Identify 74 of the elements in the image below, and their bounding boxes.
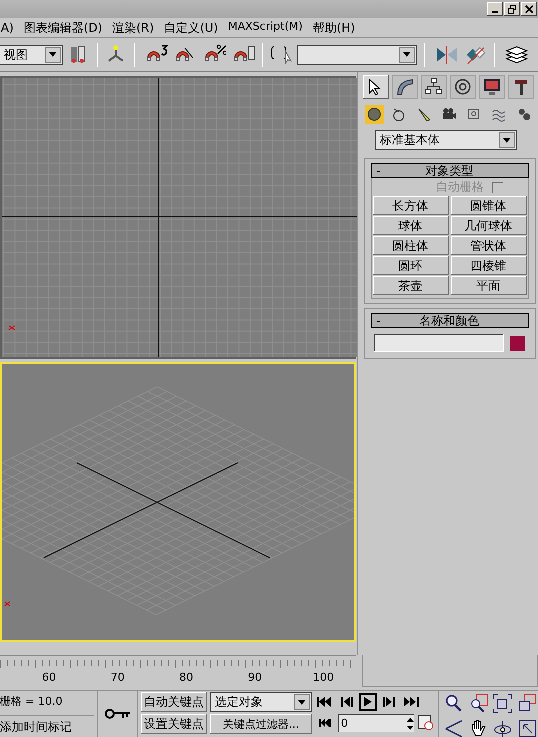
spinner-arrows-icon	[407, 716, 414, 730]
object-type-button[interactable]: 四棱锥	[450, 256, 526, 275]
set-key-button[interactable]: 设置关键点	[141, 714, 208, 734]
close-icon	[524, 4, 534, 14]
frame-label: 80	[178, 672, 194, 683]
play-button[interactable]	[359, 693, 378, 711]
sphere-icon	[367, 107, 382, 122]
curve-icon	[396, 78, 414, 96]
panel-tab[interactable]	[392, 75, 418, 99]
category-tab[interactable]	[365, 105, 384, 124]
restore-icon	[508, 4, 516, 14]
object-type-button[interactable]: 圆环	[372, 256, 448, 275]
menu-item[interactable]: MAXScript(M)	[223, 19, 308, 36]
frame-label: 70	[110, 672, 126, 683]
auto-key-button[interactable]: 自动关键点	[141, 692, 208, 712]
named-selection-icon[interactable]	[270, 44, 294, 66]
maximize-viewport-icon[interactable]	[516, 718, 538, 737]
object-type-button[interactable]: 平面	[450, 276, 526, 295]
frame-label: 90	[247, 672, 264, 683]
view-dropdown[interactable]: 视图	[0, 44, 63, 64]
panel-tab[interactable]	[479, 75, 505, 99]
light-icon	[417, 107, 432, 122]
shapes-icon	[392, 107, 407, 122]
restore-button[interactable]	[504, 2, 520, 16]
minimize-icon	[492, 10, 498, 12]
rollout-title: 对象类型	[424, 164, 474, 176]
rollout-title: 名称和颜色	[418, 314, 480, 326]
frame-label: 60	[41, 672, 58, 683]
object-type-button[interactable]: 几何球体	[450, 216, 526, 235]
menu-item[interactable]: 渲染(R)	[108, 18, 160, 36]
waves-icon	[492, 107, 507, 122]
menu-item[interactable]: 自定义(U)	[159, 18, 224, 36]
menu-item[interactable]: A)	[0, 18, 19, 36]
category-dropdown[interactable]: 标准基本体	[375, 130, 517, 150]
key-selection-dropdown[interactable]: 选定对象	[210, 692, 312, 712]
checkbox-label: 自动栅格	[436, 179, 484, 196]
camera-icon	[442, 107, 457, 122]
monitor-icon	[483, 78, 501, 96]
object-type-button[interactable]: 茶壶	[372, 276, 448, 295]
current-frame-spinner[interactable]: 0	[338, 714, 414, 732]
object-type-button[interactable]: 圆柱体	[372, 236, 448, 255]
key-mode-button[interactable]	[96, 691, 138, 737]
menu-item[interactable]: 帮助(H)	[308, 18, 360, 36]
menu-item[interactable]: 图表编辑器(D)	[18, 18, 108, 36]
panel-tab[interactable]	[450, 75, 476, 99]
key-icon	[104, 708, 130, 720]
object-type-button[interactable]: 球体	[372, 216, 448, 235]
add-time-tag-button[interactable]: 添加时间标记	[0, 715, 94, 737]
close-button[interactable]	[521, 2, 537, 16]
rollout-header[interactable]: - 对象类型	[370, 163, 528, 178]
orbit-icon[interactable]	[492, 718, 514, 737]
time-configuration-icon[interactable]	[417, 714, 436, 732]
gears-icon	[517, 107, 532, 122]
hammer-icon	[512, 78, 530, 96]
object-type-button[interactable]: 管状体	[450, 236, 526, 255]
hierarchy-icon	[425, 78, 443, 96]
panel-tab[interactable]	[421, 75, 447, 99]
object-type-button[interactable]: 长方体	[372, 196, 448, 215]
collapse-toggle[interactable]: -	[372, 314, 386, 326]
play-icon	[364, 697, 372, 707]
collapse-toggle[interactable]: -	[372, 164, 386, 176]
key-filters-button[interactable]: 关键点过滤器...	[210, 714, 312, 734]
grid-spacing-text: 栅格 = 10.0	[0, 694, 64, 710]
panel-tab[interactable]	[508, 75, 534, 99]
object-type-button[interactable]: 圆锥体	[450, 196, 526, 215]
rollout-header[interactable]: - 名称和颜色	[370, 313, 528, 328]
wheel-icon	[454, 78, 472, 96]
object-color-swatch[interactable]	[510, 336, 525, 350]
named-selection-dropdown[interactable]	[297, 44, 417, 64]
zoom-extents-icon[interactable]	[492, 693, 514, 715]
helper-icon	[467, 107, 482, 122]
frame-label: 100	[312, 672, 336, 683]
object-name-field[interactable]	[374, 334, 504, 352]
minimize-button[interactable]	[487, 2, 503, 16]
